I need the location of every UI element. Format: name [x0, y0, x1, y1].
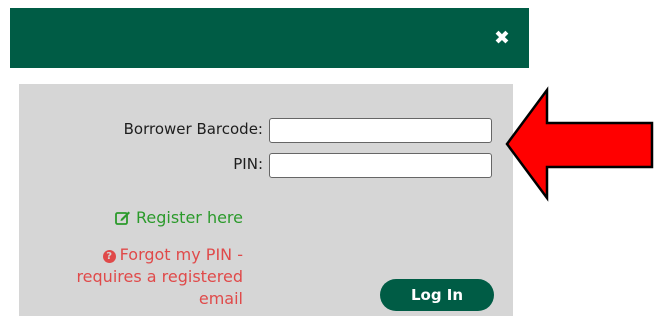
question-circle-icon: ? — [102, 250, 116, 263]
register-label: Register here — [135, 208, 243, 227]
register-link[interactable]: Register here — [115, 208, 243, 227]
dialog-header: ✖ — [10, 8, 529, 68]
login-button[interactable]: Log In — [380, 279, 494, 311]
forgot-pin-label: Forgot my PIN - requires a registered em… — [76, 245, 243, 308]
login-panel: Borrower Barcode: PIN: Register here ? Fo… — [19, 84, 513, 316]
red-arrow-icon — [505, 86, 654, 202]
close-icon[interactable]: ✖ — [491, 27, 513, 49]
barcode-input[interactable] — [269, 118, 492, 143]
edit-icon — [115, 210, 131, 225]
barcode-label: Borrower Barcode: — [123, 120, 263, 138]
pin-input[interactable] — [269, 153, 492, 178]
forgot-pin-link[interactable]: ? Forgot my PIN - requires a registered e… — [63, 244, 243, 310]
pin-label: PIN: — [233, 155, 263, 173]
